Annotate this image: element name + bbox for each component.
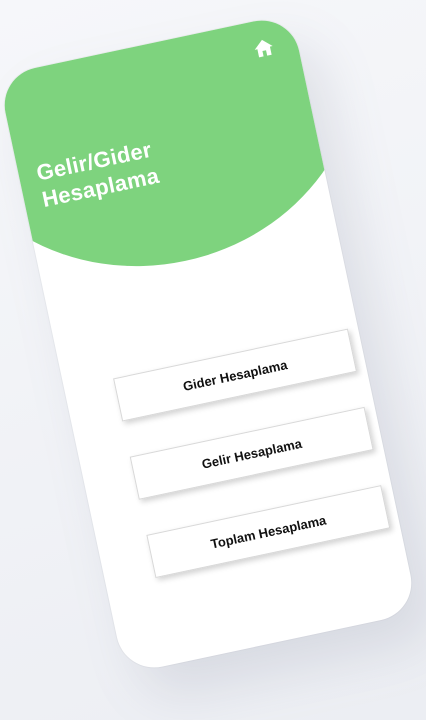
toplam-hesaplama-button[interactable]: Toplam Hesaplama — [146, 485, 391, 579]
gelir-hesaplama-button[interactable]: Gelir Hesaplama — [129, 406, 374, 500]
home-icon — [254, 39, 273, 58]
home-button[interactable] — [247, 31, 280, 64]
phone-screen: Gelir/Gider Hesaplama Gider Hesaplama Ge… — [0, 13, 419, 675]
gider-hesaplama-button[interactable]: Gider Hesaplama — [113, 328, 357, 422]
device-stage: Gelir/Gider Hesaplama Gider Hesaplama Ge… — [0, 0, 426, 720]
calculation-menu: Gider Hesaplama Gelir Hesaplama Toplam H… — [113, 328, 391, 579]
